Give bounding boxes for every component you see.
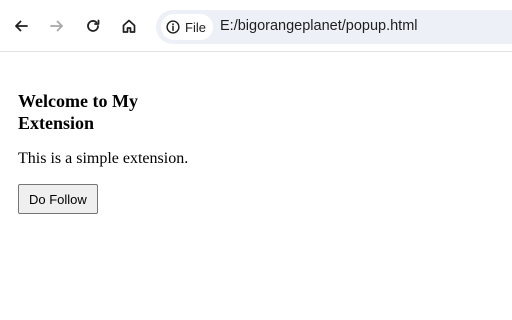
page-heading: Welcome to My Extension [18,91,138,133]
reload-icon [87,19,100,32]
back-button[interactable] [9,14,33,38]
do-follow-button[interactable]: Do Follow [18,184,98,214]
arrow-right-icon [50,20,63,32]
info-icon [166,20,180,34]
address-bar[interactable]: File E:/bigorangeplanet/popup.html [156,10,512,44]
site-info-chip[interactable]: File [161,14,213,40]
url-text[interactable]: E:/bigorangeplanet/popup.html [220,18,418,34]
home-button[interactable] [117,14,141,38]
forward-button[interactable] [45,14,69,38]
home-icon [122,19,136,33]
browser-toolbar: File E:/bigorangeplanet/popup.html [0,0,512,52]
site-info-label: File [185,19,206,35]
reload-button[interactable] [81,14,105,38]
arrow-left-icon [15,20,28,32]
popup-content: Welcome to My Extension This is a simple… [18,90,208,214]
page-description: This is a simple extension. [18,150,189,167]
